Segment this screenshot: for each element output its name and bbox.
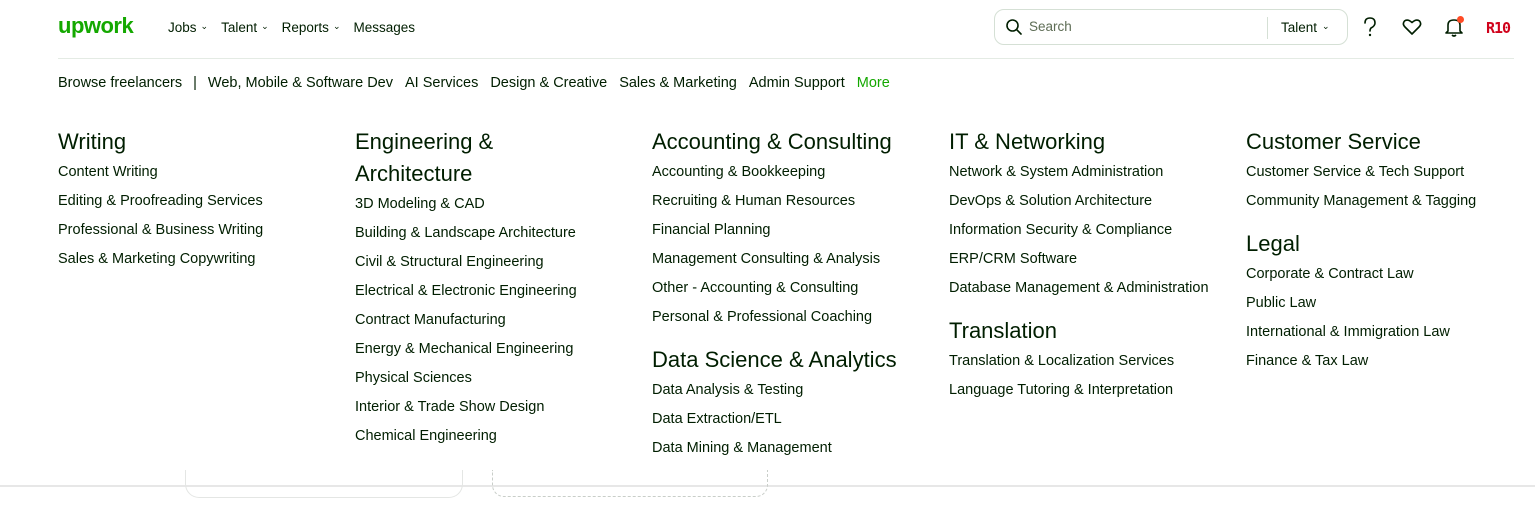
category-item[interactable]: Personal & Professional Coaching <box>652 303 942 332</box>
category-item[interactable]: Language Tutoring & Interpretation <box>949 376 1239 405</box>
category-item[interactable]: Data Mining & Management <box>652 434 942 463</box>
category-title-engineering-architecture[interactable]: Engineering & Architecture <box>355 126 535 190</box>
category-list-legal: Corporate & Contract Law Public Law Inte… <box>1246 260 1535 376</box>
category-list-it-networking: Network & System Administration DevOps &… <box>949 158 1239 303</box>
category-title-translation[interactable]: Translation <box>949 315 1239 347</box>
category-list-customer-service: Customer Service & Tech Support Communit… <box>1246 158 1535 216</box>
notification-dot <box>1457 16 1464 23</box>
category-item[interactable]: Database Management & Administration <box>949 274 1239 303</box>
category-column-2: Engineering & Architecture 3D Modeling &… <box>355 126 625 451</box>
browse-label: Browse freelancers <box>58 75 183 91</box>
category-item[interactable]: Accounting & Bookkeeping <box>652 158 942 187</box>
search-input[interactable] <box>1029 19 1249 34</box>
category-title-accounting-consulting[interactable]: Accounting & Consulting <box>652 126 942 158</box>
category-column-1: Writing Content Writing Editing & Proofr… <box>58 126 348 274</box>
category-item[interactable]: Electrical & Electronic Engineering <box>355 277 625 306</box>
header-divider <box>58 58 1514 59</box>
category-item[interactable]: Customer Service & Tech Support <box>1246 158 1535 187</box>
chevron-down-icon: ⌄ <box>261 21 269 31</box>
category-item[interactable]: Data Extraction/ETL <box>652 405 942 434</box>
chevron-down-icon: ⌄ <box>332 21 341 31</box>
bell-icon[interactable] <box>1443 16 1465 38</box>
category-item[interactable]: Translation & Localization Services <box>949 347 1239 376</box>
browse-link-design-creative[interactable]: Design & Creative <box>490 75 607 91</box>
background-card <box>185 470 463 498</box>
category-item[interactable]: Energy & Mechanical Engineering <box>355 335 625 364</box>
category-item[interactable]: Management Consulting & Analysis <box>652 245 942 274</box>
nav-jobs-label: Jobs <box>168 20 197 35</box>
category-item[interactable]: Civil & Structural Engineering <box>355 248 625 277</box>
chevron-down-icon: ⌄ <box>1322 21 1330 31</box>
category-column-3: Accounting & Consulting Accounting & Boo… <box>652 126 942 463</box>
category-item[interactable]: Content Writing <box>58 158 348 187</box>
category-item[interactable]: Network & System Administration <box>949 158 1239 187</box>
search-scope-dropdown[interactable]: Talent ⌄ <box>1281 20 1330 35</box>
category-item[interactable]: Finance & Tax Law <box>1246 347 1535 376</box>
category-column-5: Customer Service Customer Service & Tech… <box>1246 126 1535 376</box>
category-item[interactable]: Sales & Marketing Copywriting <box>58 245 348 274</box>
category-list-engineering: 3D Modeling & CAD Building & Landscape A… <box>355 190 625 451</box>
background-dashed-card <box>492 470 768 497</box>
search-scope-label: Talent <box>1281 20 1318 35</box>
category-title-writing[interactable]: Writing <box>58 126 348 158</box>
category-list-translation: Translation & Localization Services Lang… <box>949 347 1239 405</box>
category-item[interactable]: Community Management & Tagging <box>1246 187 1535 216</box>
category-item[interactable]: Editing & Proofreading Services <box>58 187 348 216</box>
top-navigation-bar: upwork Jobs ⌄ Talent ⌄ Reports ⌄ Message… <box>0 0 1535 58</box>
category-item[interactable]: Other - Accounting & Consulting <box>652 274 942 303</box>
browse-link-ai-services[interactable]: AI Services <box>405 75 478 91</box>
category-item[interactable]: Corporate & Contract Law <box>1246 260 1535 289</box>
category-list-writing: Content Writing Editing & Proofreading S… <box>58 158 348 274</box>
category-list-data-science: Data Analysis & Testing Data Extraction/… <box>652 376 942 463</box>
category-title-data-science[interactable]: Data Science & Analytics <box>652 344 942 376</box>
nav-reports-label: Reports <box>281 20 329 35</box>
browse-separator: | <box>193 75 197 91</box>
category-title-customer-service[interactable]: Customer Service <box>1246 126 1535 158</box>
category-item[interactable]: 3D Modeling & CAD <box>355 190 625 219</box>
category-title-legal[interactable]: Legal <box>1246 228 1535 260</box>
category-item[interactable]: International & Immigration Law <box>1246 318 1535 347</box>
search-bar: Talent ⌄ <box>994 9 1348 45</box>
browse-freelancers-bar: Browse freelancers | Web, Mobile & Softw… <box>58 75 890 91</box>
heart-icon[interactable] <box>1401 16 1423 38</box>
category-item[interactable]: Data Analysis & Testing <box>652 376 942 405</box>
category-item[interactable]: Interior & Trade Show Design <box>355 393 625 422</box>
category-item[interactable]: Building & Landscape Architecture <box>355 219 625 248</box>
category-item[interactable]: Financial Planning <box>652 216 942 245</box>
search-divider <box>1267 17 1268 39</box>
browse-link-sales-marketing[interactable]: Sales & Marketing <box>619 75 737 91</box>
nav-talent-label: Talent <box>221 20 258 35</box>
search-icon[interactable] <box>1005 18 1023 36</box>
nav-jobs[interactable]: Jobs ⌄ <box>168 20 208 35</box>
category-item[interactable]: Professional & Business Writing <box>58 216 348 245</box>
nav-reports[interactable]: Reports ⌄ <box>282 20 341 35</box>
upwork-logo[interactable]: upwork <box>58 13 134 39</box>
help-icon[interactable] <box>1359 16 1381 38</box>
browse-more-link[interactable]: More <box>857 75 890 91</box>
category-column-4: IT & Networking Network & System Adminis… <box>949 126 1239 405</box>
category-item[interactable]: Recruiting & Human Resources <box>652 187 942 216</box>
nav-messages-label: Messages <box>353 20 416 35</box>
category-item[interactable]: ERP/CRM Software <box>949 245 1239 274</box>
category-item[interactable]: DevOps & Solution Architecture <box>949 187 1239 216</box>
main-nav: Jobs ⌄ Talent ⌄ Reports ⌄ Messages <box>168 20 415 35</box>
avatar[interactable]: R10 <box>1484 14 1512 42</box>
category-item[interactable]: Physical Sciences <box>355 364 625 393</box>
category-list-accounting: Accounting & Bookkeeping Recruiting & Hu… <box>652 158 942 332</box>
category-item[interactable]: Contract Manufacturing <box>355 306 625 335</box>
category-title-it-networking[interactable]: IT & Networking <box>949 126 1239 158</box>
browse-link-admin-support[interactable]: Admin Support <box>749 75 845 91</box>
category-item[interactable]: Public Law <box>1246 289 1535 318</box>
chevron-down-icon: ⌄ <box>200 21 209 31</box>
nav-talent[interactable]: Talent ⌄ <box>221 20 269 35</box>
category-item[interactable]: Chemical Engineering <box>355 422 625 451</box>
categories-mega-menu: Writing Content Writing Editing & Proofr… <box>0 100 1535 485</box>
category-item[interactable]: Information Security & Compliance <box>949 216 1239 245</box>
nav-messages[interactable]: Messages <box>353 20 415 35</box>
browse-link-web-mobile-software[interactable]: Web, Mobile & Software Dev <box>208 75 393 91</box>
